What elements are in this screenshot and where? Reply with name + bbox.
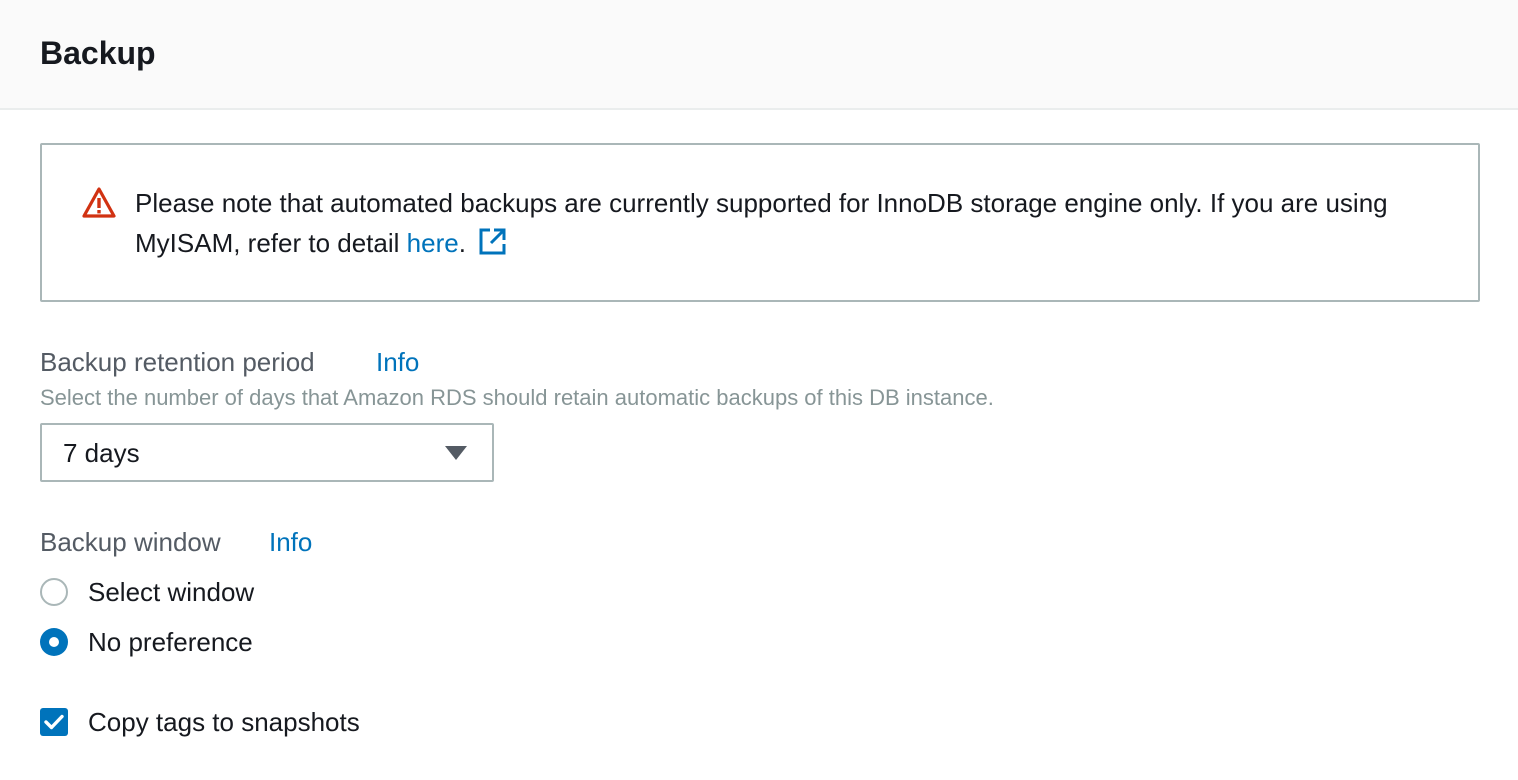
retention-description: Select the number of days that Amazon RD…: [40, 385, 994, 410]
section-title: Backup: [40, 35, 156, 71]
warning-icon: [82, 187, 116, 218]
radio-no-preference[interactable]: No preference: [40, 624, 253, 660]
retention-selected-value: 7 days: [63, 438, 140, 468]
caret-down-icon: [445, 446, 467, 460]
radio-label: Select window: [88, 577, 255, 607]
alert-message: Please note that automated backups are c…: [135, 183, 1455, 263]
retention-period-select[interactable]: 7 days: [40, 423, 494, 482]
copy-tags-label: Copy tags to snapshots: [88, 707, 360, 737]
warning-alert: Please note that automated backups are c…: [40, 143, 1480, 302]
window-label: Backup window: [40, 527, 221, 557]
retention-label: Backup retention period: [40, 347, 315, 377]
alert-text-after: .: [458, 228, 466, 258]
section-header: Backup: [0, 0, 1518, 110]
radio-button-selected[interactable]: [40, 628, 68, 656]
alert-here-link[interactable]: here: [407, 228, 459, 258]
external-link-icon[interactable]: [478, 227, 507, 256]
checkmark-icon: [44, 714, 64, 730]
copy-tags-checkbox[interactable]: [40, 708, 68, 736]
retention-info-link[interactable]: Info: [376, 344, 419, 380]
radio-label: No preference: [88, 627, 253, 657]
radio-button[interactable]: [40, 578, 68, 606]
copy-tags-checkbox-row[interactable]: Copy tags to snapshots: [40, 704, 360, 740]
window-info-link[interactable]: Info: [269, 524, 312, 560]
alert-text-before: Please note that automated backups are c…: [135, 188, 1388, 258]
radio-select-window[interactable]: Select window: [40, 574, 254, 610]
